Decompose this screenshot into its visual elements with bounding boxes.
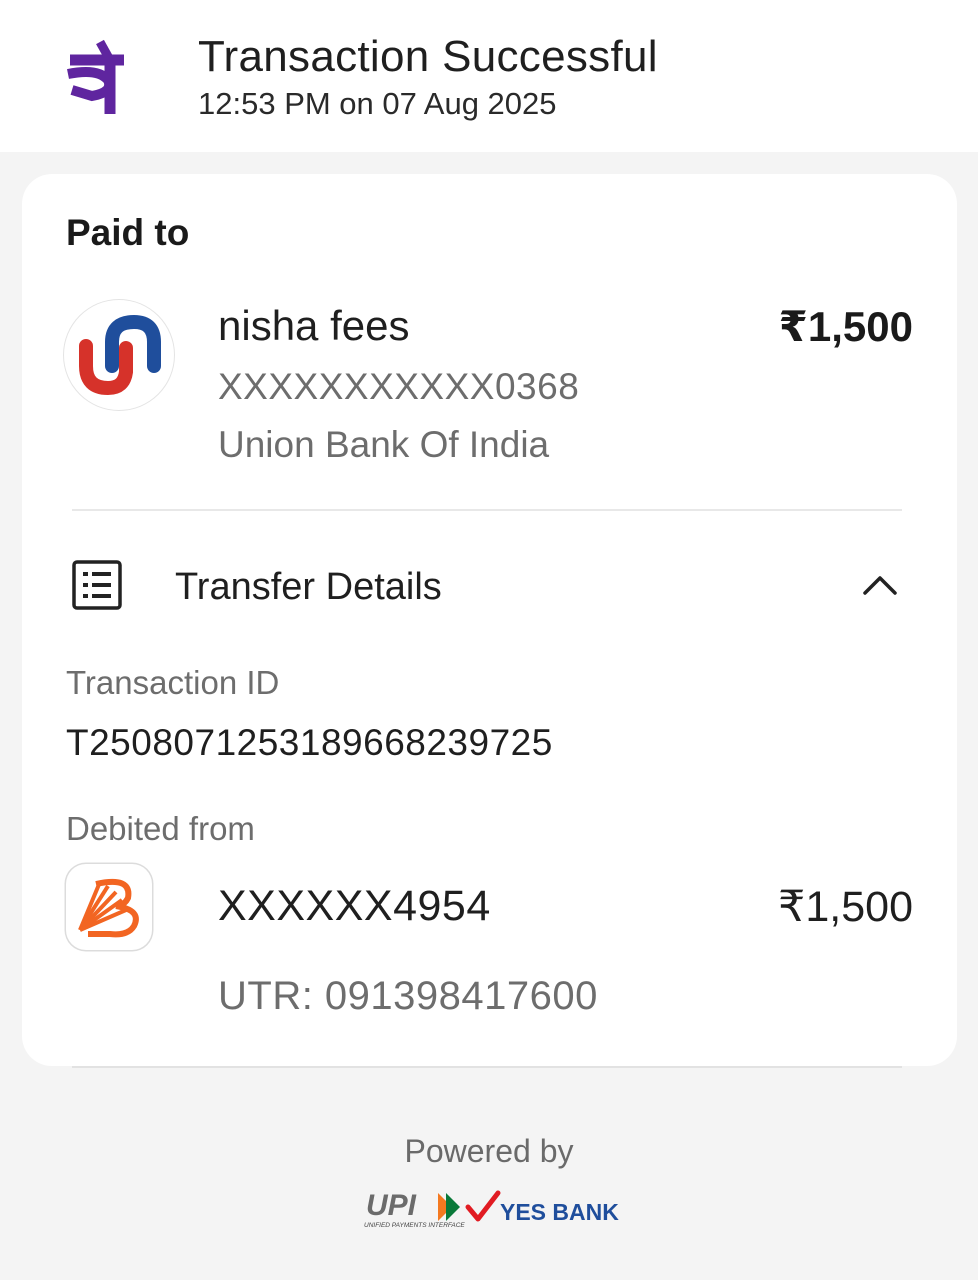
page-title: Transaction Successful	[198, 32, 658, 81]
chevron-up-icon[interactable]	[860, 569, 900, 599]
debit-amount: ₹1,500	[778, 883, 913, 931]
debit-account-number: XXXXXX4954	[218, 882, 491, 930]
transaction-id-label: Transaction ID	[66, 664, 280, 701]
transfer-details-toggle[interactable]: Transfer Details	[175, 566, 442, 609]
union-bank-logo-icon	[64, 300, 174, 410]
upi-yes-bank-logo-icon: UPI UNIFIED PAYMENTS INTERFACE YES BANK	[364, 1189, 619, 1229]
transaction-timestamp: 12:53 PM on 07 Aug 2025	[198, 86, 557, 121]
transaction-id-value: T2508071253189668239725	[66, 722, 553, 763]
list-icon	[72, 560, 122, 610]
paid-to-heading: Paid to	[66, 212, 190, 253]
utr-number: UTR: 091398417600	[218, 974, 598, 1018]
header-bar: Transaction Successful 12:53 PM on 07 Au…	[0, 0, 978, 152]
payee-name: nisha fees	[218, 302, 410, 349]
debited-from-label: Debited from	[66, 810, 255, 847]
upi-logo-subtext: UNIFIED PAYMENTS INTERFACE	[364, 1222, 465, 1229]
paid-amount: ₹1,500	[778, 303, 913, 350]
payee-account-number: XXXXXXXXXXX0368	[218, 366, 580, 407]
transaction-card: Paid to nisha fees XXXXXXXXXXX0368 Union…	[22, 174, 957, 1066]
bank-of-baroda-logo-icon	[66, 864, 152, 950]
section-divider	[72, 509, 902, 511]
footer-divider	[72, 1066, 902, 1068]
powered-by-label: Powered by	[404, 1133, 574, 1169]
yes-bank-logo-text: YES BANK	[500, 1199, 619, 1225]
payee-bank-name: Union Bank Of India	[218, 424, 550, 465]
phonepe-logo-icon	[67, 39, 124, 114]
upi-logo-text: UPI	[366, 1189, 417, 1222]
